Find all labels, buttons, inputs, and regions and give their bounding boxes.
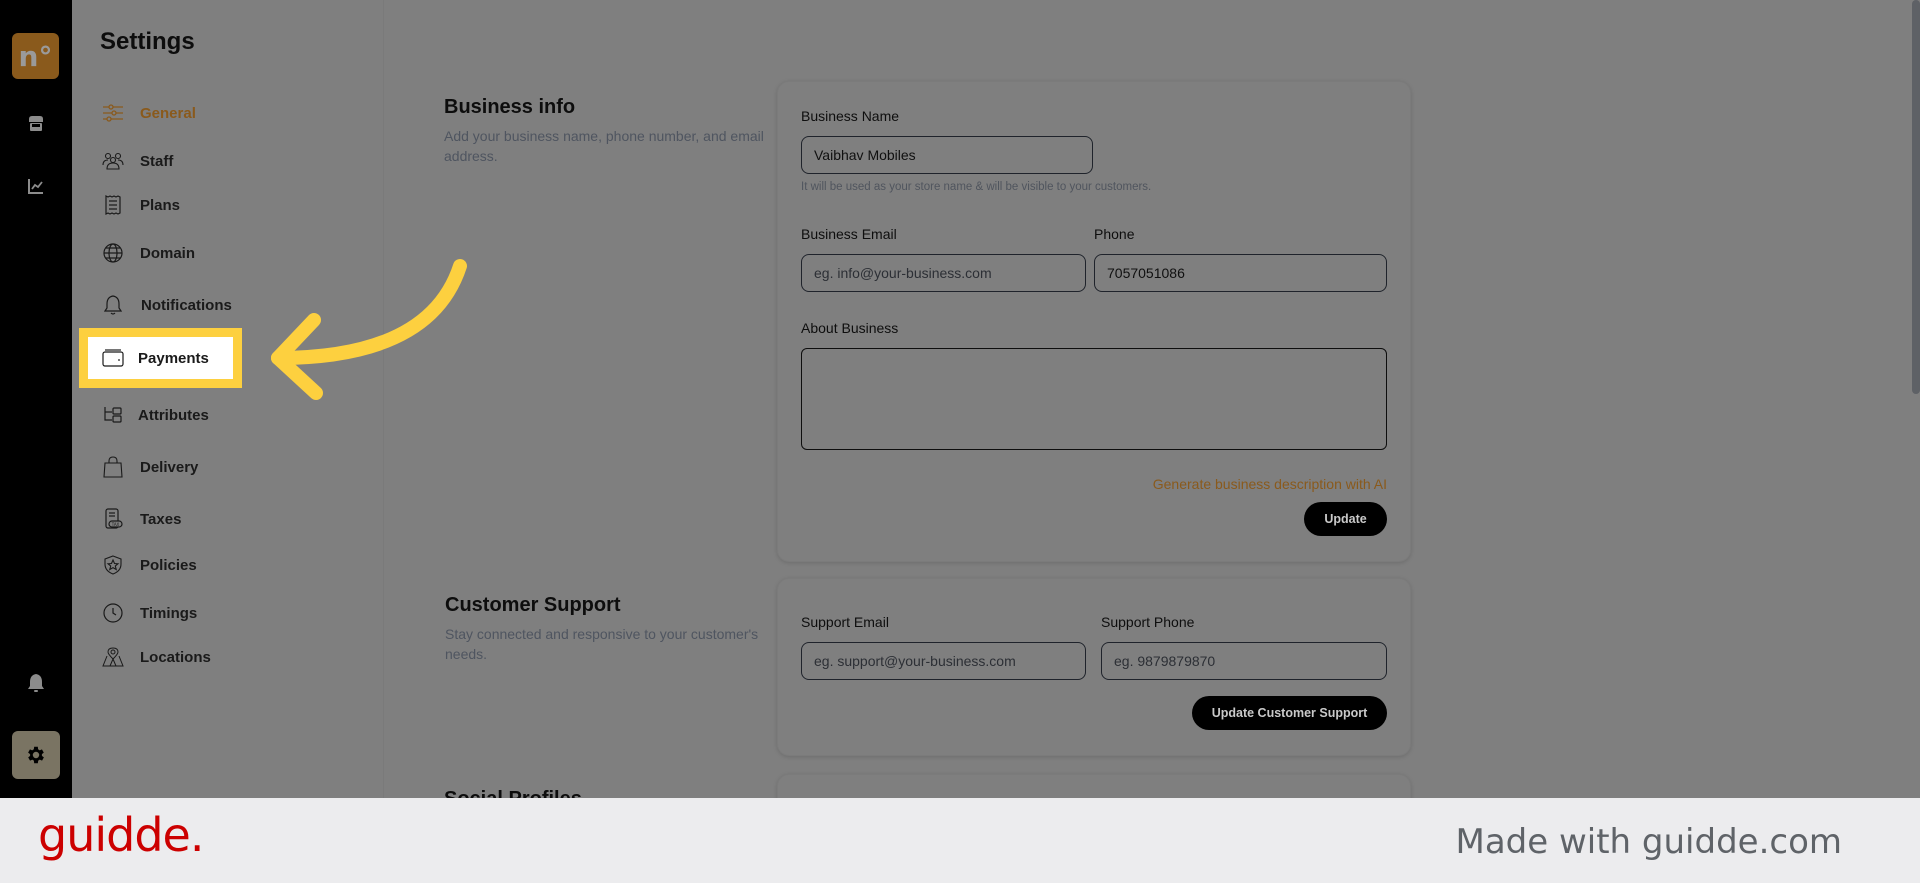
update-button[interactable]: Update [1304,502,1387,536]
support-email-label: Support Email [801,614,889,630]
section-title-business-info: Business info [444,96,576,118]
about-business-textarea[interactable] [801,348,1387,450]
tax-receipt-icon: TAX [102,508,124,530]
gear-icon [28,746,44,764]
business-email-label: Business Email [801,226,897,242]
nav-label: Plans [140,196,181,214]
nav-label: Notifications [141,296,232,314]
nav-label: Payments [138,349,209,367]
clock-icon [102,602,124,624]
business-name-hint: It will be used as your store name & wil… [801,181,1152,193]
nav-item-general[interactable]: General [102,98,196,128]
section-desc-customer-support: Stay connected and responsive to your cu… [445,626,759,662]
update-customer-support-button[interactable]: Update Customer Support [1192,696,1387,730]
nav-label: Delivery [140,458,199,476]
hierarchy-icon [102,404,124,426]
scrollbar-thumb[interactable] [1912,0,1920,394]
support-phone-input[interactable]: eg. 9879879870 [1101,642,1387,680]
svg-text:TAX: TAX [111,522,120,527]
nav-item-policies[interactable]: Policies [102,550,197,580]
nav-label: Staff [140,152,174,170]
business-name-input[interactable]: Vaibhav Mobiles [801,136,1093,174]
phone-input[interactable]: 7057051086 [1094,254,1387,292]
settings-title: Settings [100,28,195,55]
nav-item-domain[interactable]: Domain [102,238,195,268]
section-title-customer-support: Customer Support [445,594,621,616]
receipt-icon [102,194,124,216]
shield-star-icon [102,554,124,576]
sliders-icon [102,102,124,124]
nav-label: Timings [140,604,198,622]
section-title-social-profiles: Social Profiles [444,788,582,798]
app-window: n° Settings General Staff Plans Domain N… [0,0,1920,798]
bell-icon[interactable] [24,671,48,695]
users-icon [102,150,124,172]
bag-icon [102,456,124,478]
nav-label: Taxes [140,510,182,528]
bell-outline-icon [102,294,124,316]
nav-item-delivery[interactable]: Delivery [102,452,198,482]
nav-item-plans[interactable]: Plans [102,190,180,220]
settings-button[interactable] [12,731,60,779]
business-email-input[interactable]: eg. info@your-business.com [801,254,1086,292]
generate-ai-description-link[interactable]: Generate business description with AI [1153,476,1387,492]
nav-item-staff[interactable]: Staff [102,146,173,176]
nav-label: Locations [140,648,211,666]
support-phone-label: Support Phone [1101,614,1195,630]
app-logo[interactable]: n° [12,33,59,79]
nav-label: Policies [140,556,197,574]
store-icon[interactable] [24,112,48,136]
support-email-input[interactable]: eg. support@your-business.com [801,642,1086,680]
nav-item-notifications[interactable]: Notifications [102,290,232,320]
main-content: Business info Add your business name, ph… [384,0,1920,798]
social-profiles-card [777,774,1411,798]
phone-label: Phone [1094,226,1135,242]
nav-item-payments[interactable]: Payments [102,343,209,373]
section-desc-business-info: Add your business name, phone number, an… [444,128,764,164]
map-pin-icon [102,646,124,668]
nav-item-attributes[interactable]: Attributes [102,400,209,430]
nav-item-timings[interactable]: Timings [102,598,197,628]
about-business-label: About Business [801,320,899,336]
guidde-logo: guidde. [38,808,204,862]
nav-label: General [140,104,196,122]
wallet-icon [102,347,124,369]
nav-label: Attributes [138,406,209,424]
nav-item-locations[interactable]: Locations [102,642,211,672]
nav-item-taxes[interactable]: TAX Taxes [102,504,181,534]
nav-label: Domain [140,244,196,262]
analytics-icon[interactable] [24,174,48,198]
made-with-text: Made with guidde.com [1455,822,1842,862]
icon-rail: n° [0,0,72,798]
business-name-label: Business Name [801,108,900,124]
globe-icon [102,242,124,264]
guidde-footer: guidde. Made with guidde.com [0,798,1920,883]
logo-text: n° [18,39,53,73]
